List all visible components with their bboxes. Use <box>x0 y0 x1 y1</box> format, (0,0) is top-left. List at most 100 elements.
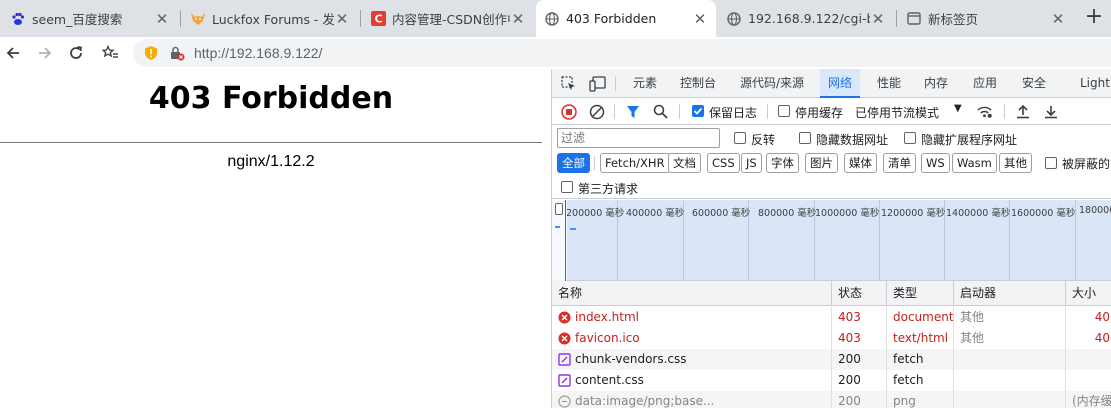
device-toolbar-icon[interactable] <box>589 76 606 92</box>
blocked-requests-checkbox[interactable] <box>1045 157 1057 169</box>
table-row[interactable]: chunk-vendors.css 200 fetch <box>552 349 1111 370</box>
star-list-icon <box>100 44 118 58</box>
column-header-name[interactable]: 名称 <box>552 281 832 306</box>
third-party-checkbox[interactable] <box>561 181 573 193</box>
tick-label: 1200000 毫秒 <box>881 208 946 219</box>
table-row[interactable]: favicon.ico 403 text/html 其他 40 <box>552 328 1111 349</box>
reload-icon <box>70 46 83 59</box>
network-overview-timeline[interactable]: 200000 毫秒 400000 毫秒 600000 毫秒 800000 毫秒 … <box>552 200 1111 281</box>
request-bar <box>570 228 576 230</box>
tab-close-icon[interactable]: ✕ <box>154 10 170 28</box>
request-name: content.css <box>569 370 832 391</box>
throttling-select[interactable]: 已停用节流模式 <box>855 104 939 121</box>
inspect-element-icon[interactable] <box>561 76 577 92</box>
table-row[interactable]: index.html 403 document 其他 40 <box>552 307 1111 328</box>
network-conditions-wifi-icon[interactable] <box>976 103 993 120</box>
type-filter-other[interactable]: 其他 <box>999 153 1032 173</box>
filter-funnel-icon[interactable] <box>624 103 641 120</box>
tab-close-icon[interactable]: ✕ <box>510 10 526 28</box>
invert-checkbox[interactable] <box>734 132 746 144</box>
filter-input[interactable] <box>557 128 720 148</box>
reload-button[interactable] <box>64 41 88 65</box>
network-toolbar: 保留日志 停用缓存 已停用节流模式 ▼ <box>552 98 1111 125</box>
tab-baidu[interactable]: seem_百度搜索 ✕ <box>2 0 178 37</box>
devtools-tab-network[interactable]: 网络 <box>820 69 861 98</box>
tab-separator <box>180 10 181 27</box>
new-tab-button[interactable]: + <box>1080 4 1108 32</box>
column-header-size[interactable]: 大小 <box>1066 281 1111 306</box>
type-filter-img[interactable]: 图片 <box>805 153 838 173</box>
tab-close-icon[interactable]: ✕ <box>1050 10 1066 28</box>
table-row[interactable]: data:image/png;base... 200 png (内存缓 <box>552 391 1111 408</box>
tab-403-forbidden[interactable]: 403 Forbidden ✕ <box>536 0 716 37</box>
import-har-icon[interactable] <box>1014 103 1031 120</box>
tab-new-tab-page[interactable]: 新标签页 ✕ <box>898 0 1074 37</box>
luckfox-icon <box>190 11 206 27</box>
request-initiator[interactable] <box>954 349 1066 370</box>
export-har-icon[interactable] <box>1042 103 1059 120</box>
globe-icon <box>726 11 742 27</box>
clear-icon[interactable] <box>588 103 605 120</box>
devtools-tab-performance[interactable]: 性能 <box>877 69 901 98</box>
type-filter-manifest[interactable]: 清单 <box>883 153 916 173</box>
invert-label: 反转 <box>751 133 776 147</box>
address-bar[interactable]: http://192.168.9.122/ <box>133 39 1111 67</box>
devtools-tab-security[interactable]: 安全 <box>1022 69 1046 98</box>
request-status: 200 <box>832 391 887 408</box>
type-filter-ws[interactable]: WS <box>921 153 950 173</box>
csdn-icon: C <box>370 11 386 27</box>
devtools-tab-memory[interactable]: 内存 <box>924 69 948 98</box>
request-type: document <box>887 307 954 328</box>
type-filter-fetch-xhr[interactable]: Fetch/XHR <box>600 153 670 173</box>
request-size: 40 <box>1094 310 1110 324</box>
disable-cache-checkbox[interactable] <box>778 105 790 117</box>
type-filter-doc[interactable]: 文档 <box>668 153 701 173</box>
tab-csdn[interactable]: C 内容管理-CSDN创作中 ✕ <box>362 0 534 37</box>
devtools-tab-lighthouse[interactable]: Lighth <box>1080 69 1111 98</box>
hide-extension-urls-checkbox[interactable] <box>904 132 916 144</box>
type-filter-font[interactable]: 字体 <box>766 153 799 173</box>
url-text[interactable]: http://192.168.9.122/ <box>194 45 322 61</box>
type-filter-media[interactable]: 媒体 <box>844 153 877 173</box>
preserve-log-label: 保留日志 <box>709 106 758 120</box>
request-initiator[interactable]: 其他 <box>954 307 1066 328</box>
table-row[interactable]: content.css 200 fetch <box>552 370 1111 391</box>
bookmark-manager-button[interactable] <box>98 41 122 65</box>
toolbar-divider <box>614 104 615 119</box>
request-name: index.html <box>569 307 832 328</box>
not-secure-lock-icon[interactable] <box>169 45 185 64</box>
column-header-type[interactable]: 类型 <box>887 281 954 306</box>
request-initiator[interactable] <box>954 370 1066 391</box>
overview-drag-handle[interactable] <box>555 203 563 215</box>
devtools-tab-console[interactable]: 控制台 <box>680 69 716 98</box>
type-filter-wasm[interactable]: Wasm <box>952 153 997 173</box>
warning-icon[interactable] <box>143 45 159 64</box>
tab-separator <box>360 10 361 27</box>
search-icon[interactable] <box>652 103 669 120</box>
request-initiator[interactable] <box>954 391 1066 408</box>
tab-close-icon[interactable]: ✕ <box>692 10 708 28</box>
request-type: text/html <box>887 328 954 349</box>
type-filter-css[interactable]: CSS <box>707 153 740 173</box>
tab-close-icon[interactable]: ✕ <box>870 10 886 28</box>
forward-button[interactable] <box>33 41 57 65</box>
hide-data-urls-checkbox[interactable] <box>799 132 811 144</box>
request-initiator[interactable]: 其他 <box>954 328 1066 349</box>
tab-title: 内容管理-CSDN创作中 <box>392 12 510 27</box>
tab-cgi-bin[interactable]: 192.168.9.122/cgi-bi ✕ <box>718 0 894 37</box>
chevron-down-icon[interactable]: ▼ <box>954 103 962 114</box>
request-size: 40 <box>1094 331 1110 345</box>
column-header-initiator[interactable]: 启动器 <box>954 281 1066 306</box>
record-stop-icon[interactable] <box>560 103 577 120</box>
preserve-log-checkbox[interactable] <box>692 105 704 117</box>
back-button[interactable] <box>1 41 25 65</box>
tab-luckfox[interactable]: Luckfox Forums - 发 ✕ <box>182 0 358 37</box>
type-filter-js[interactable]: JS <box>741 153 762 173</box>
devtools-tab-application[interactable]: 应用 <box>973 69 997 98</box>
devtools-tab-sources[interactable]: 源代码/来源 <box>740 69 804 98</box>
type-filter-all[interactable]: 全部 <box>557 153 590 173</box>
tab-close-icon[interactable]: ✕ <box>334 10 350 28</box>
request-status: 403 <box>832 328 887 349</box>
column-header-status[interactable]: 状态 <box>832 281 887 306</box>
devtools-tab-elements[interactable]: 元素 <box>633 69 657 98</box>
